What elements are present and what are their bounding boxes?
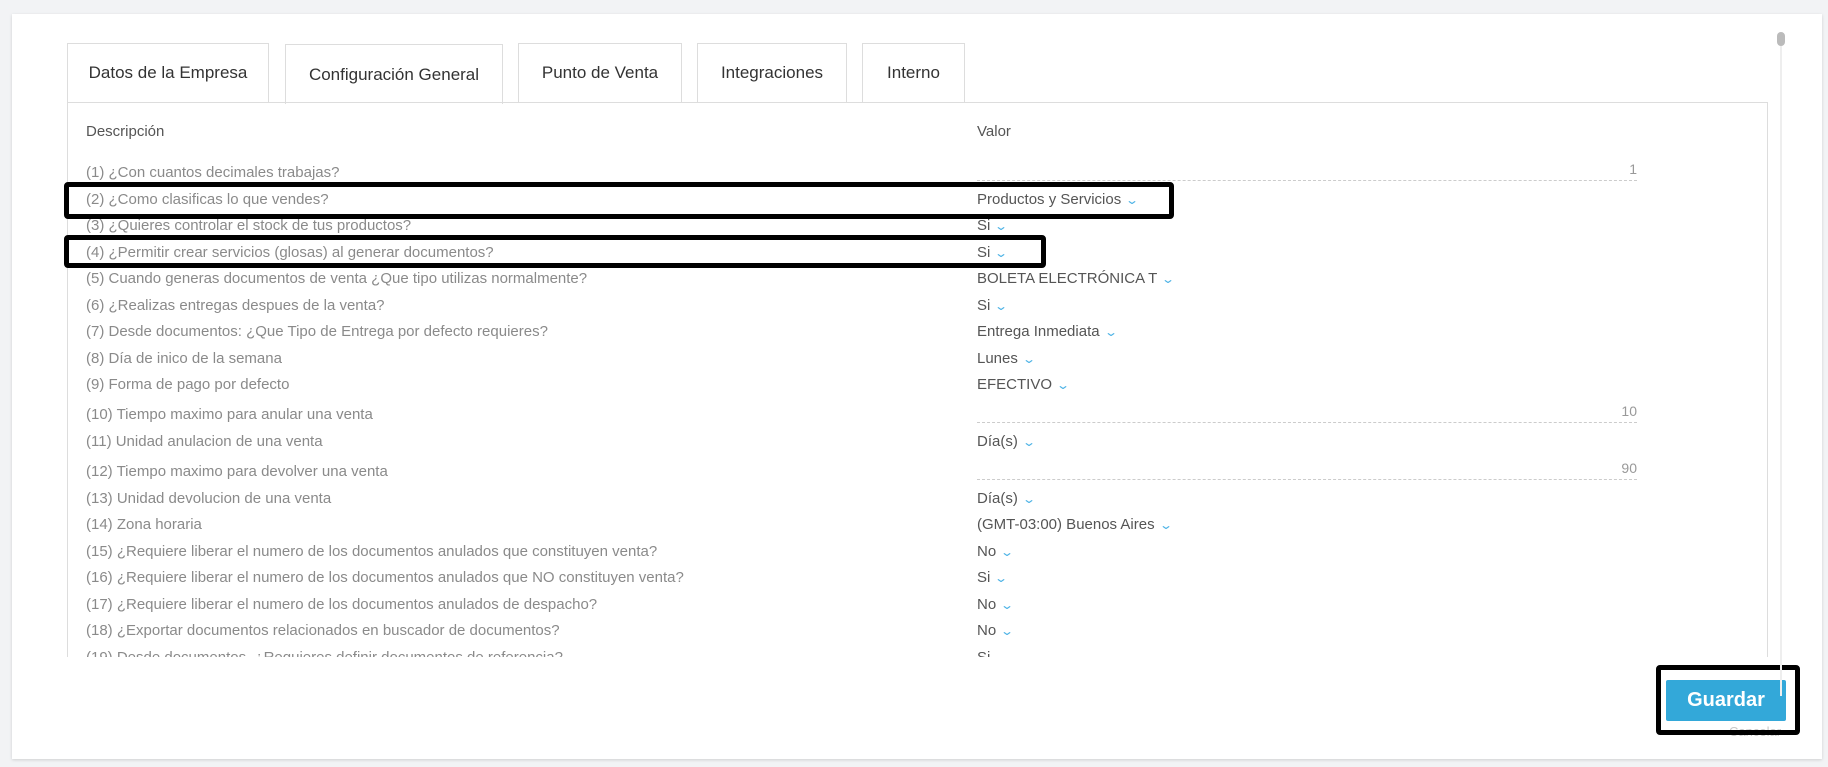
payment-method-select[interactable]: EFECTIVO ⌄: [977, 376, 1071, 393]
chevron-down-icon: ⌄: [1021, 435, 1036, 449]
row-label: (11) Unidad anulacion de una venta: [86, 433, 323, 450]
scrollbar-track[interactable]: [1780, 36, 1782, 696]
row-label: (3) ¿Quieres controlar el stock de tus p…: [86, 217, 412, 234]
chevron-down-icon: ⌄: [994, 299, 1009, 313]
document-type-select[interactable]: BOLETA ELECTRÓNICA T ⌄: [977, 270, 1176, 287]
chevron-down-icon: ⌄: [1021, 352, 1036, 366]
stock-control-select[interactable]: Si ⌄: [977, 217, 1009, 234]
tab-integraciones[interactable]: Integraciones: [697, 43, 847, 102]
column-header-value: Valor: [977, 123, 1011, 140]
return-unit-select[interactable]: Día(s) ⌄: [977, 490, 1036, 507]
week-start-select[interactable]: Lunes ⌄: [977, 350, 1036, 367]
timezone-select[interactable]: (GMT-03:00) Buenos Aires ⌄: [977, 516, 1173, 533]
delivery-type-select[interactable]: Entrega Inmediata ⌄: [977, 323, 1118, 340]
tab-punto-venta[interactable]: Punto de Venta: [518, 43, 682, 102]
export-related-docs-select[interactable]: No ⌄: [977, 622, 1015, 639]
release-dispatch-docs-select[interactable]: No ⌄: [977, 596, 1015, 613]
select-value: No: [977, 596, 997, 613]
chevron-down-icon: ⌄: [994, 571, 1009, 585]
row-label: (10) Tiempo maximo para anular una venta: [86, 406, 373, 423]
chevron-down-icon: ⌄: [1158, 518, 1173, 532]
select-value: Entrega Inmediata: [977, 323, 1100, 340]
tab-label: Configuración General: [308, 64, 480, 84]
chevron-down-icon: ⌄: [1000, 598, 1015, 612]
chevron-down-icon: ⌄: [1161, 272, 1176, 286]
row-label: (16) ¿Requiere liberar el numero de los …: [86, 569, 684, 586]
row-label: (19) Desde documentos, ¿Requieres defini…: [86, 649, 563, 657]
reference-docs-select[interactable]: Si ⌄: [977, 649, 1008, 657]
decimals-input[interactable]: [977, 158, 1637, 181]
chevron-down-icon: ⌄: [994, 651, 1008, 657]
row-label: (6) ¿Realizas entregas despues de la ven…: [86, 297, 385, 314]
row-label: (9) Forma de pago por defecto: [86, 376, 290, 393]
highlight-box: [64, 235, 1046, 268]
select-value: Lunes: [977, 350, 1018, 367]
tab-label: Punto de Venta: [541, 63, 659, 82]
row-label: (5) Cuando generas documentos de venta ¿…: [86, 270, 588, 287]
row-label: (18) ¿Exportar documentos relacionados e…: [86, 622, 560, 639]
row-label: (1) ¿Con cuantos decimales trabajas?: [86, 164, 340, 181]
tab-label: Integraciones: [720, 63, 824, 82]
select-value: No: [977, 543, 997, 560]
row-label: (12) Tiempo maximo para devolver una ven…: [86, 463, 388, 480]
tab-label: Interno: [887, 63, 940, 82]
tab-datos-empresa[interactable]: Datos de la Empresa: [67, 43, 269, 102]
release-sales-docs-select[interactable]: No ⌄: [977, 543, 1015, 560]
row-label: (8) Día de inico de la semana: [86, 350, 282, 367]
select-value: Si: [977, 569, 991, 586]
release-nonsales-docs-select[interactable]: Si ⌄: [977, 569, 1009, 586]
chevron-down-icon: ⌄: [994, 219, 1009, 233]
row-label: (17) ¿Requiere liberar el numero de los …: [86, 596, 598, 613]
chevron-down-icon: ⌄: [1056, 378, 1071, 392]
highlight-box: [1656, 665, 1800, 735]
select-value: No: [977, 622, 997, 639]
tab-configuracion-general[interactable]: Configuración General: [285, 44, 503, 104]
column-header-description: Descripción: [86, 123, 165, 140]
chevron-down-icon: ⌄: [1021, 492, 1036, 506]
select-value: Si: [977, 217, 991, 234]
select-value: Si: [977, 297, 991, 314]
select-value: BOLETA ELECTRÓNICA T: [977, 270, 1158, 287]
chevron-down-icon: ⌄: [1103, 325, 1118, 339]
return-time-input[interactable]: [977, 457, 1637, 480]
row-label: (13) Unidad devolucion de una venta: [86, 490, 332, 507]
row-label: (15) ¿Requiere liberar el numero de los …: [86, 543, 658, 560]
select-value: Si: [977, 649, 990, 657]
row-label: (14) Zona horaria: [86, 516, 202, 533]
tab-interno[interactable]: Interno: [862, 43, 965, 102]
select-value: EFECTIVO: [977, 376, 1053, 393]
scroll-thumb[interactable]: [1777, 32, 1785, 46]
select-value: Día(s): [977, 490, 1018, 507]
highlight-box: [64, 182, 1174, 219]
chevron-down-icon: ⌄: [1000, 624, 1015, 638]
cancel-unit-select[interactable]: Día(s) ⌄: [977, 433, 1036, 450]
row-label: (7) Desde documentos: ¿Que Tipo de Entre…: [86, 323, 548, 340]
tab-label: Datos de la Empresa: [88, 63, 248, 82]
cancel-time-input[interactable]: [977, 400, 1637, 423]
select-value: (GMT-03:00) Buenos Aires: [977, 516, 1155, 533]
chevron-down-icon: ⌄: [1000, 545, 1015, 559]
deliveries-select[interactable]: Si ⌄: [977, 297, 1009, 314]
select-value: Día(s): [977, 433, 1018, 450]
